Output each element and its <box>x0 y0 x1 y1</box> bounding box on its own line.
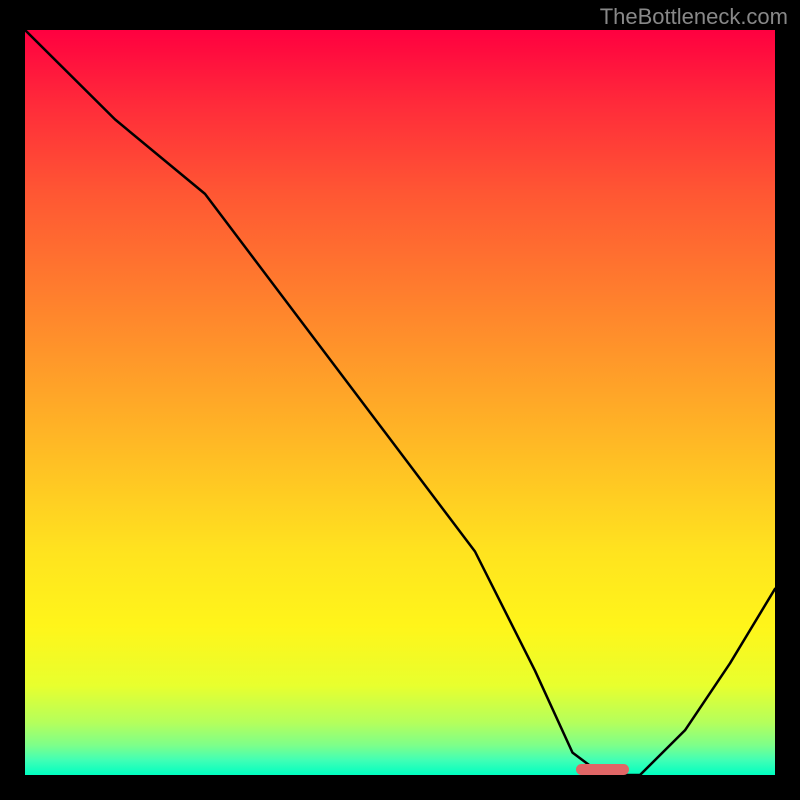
chart-plot-area <box>25 30 775 775</box>
bottleneck-curve <box>25 30 775 775</box>
optimal-marker <box>576 764 629 775</box>
watermark-text: TheBottleneck.com <box>600 4 788 30</box>
